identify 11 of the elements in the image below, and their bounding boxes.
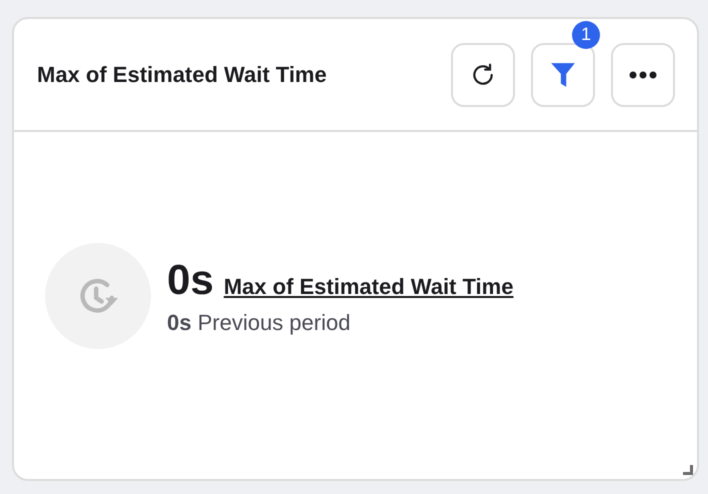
metric-value: 0s <box>167 256 214 304</box>
resize-handle-icon[interactable] <box>683 465 693 475</box>
refresh-button[interactable] <box>451 42 515 106</box>
more-button[interactable] <box>611 42 675 106</box>
metric-link[interactable]: Max of Estimated Wait Time <box>224 274 514 300</box>
previous-period-text: 0s Previous period <box>167 310 352 336</box>
count-badge: 1 <box>572 20 600 48</box>
filter-icon <box>550 60 576 88</box>
card-title: Max of Estimated Wait Time <box>37 62 328 88</box>
more-icon <box>629 70 657 78</box>
filter-button[interactable] <box>531 42 595 106</box>
